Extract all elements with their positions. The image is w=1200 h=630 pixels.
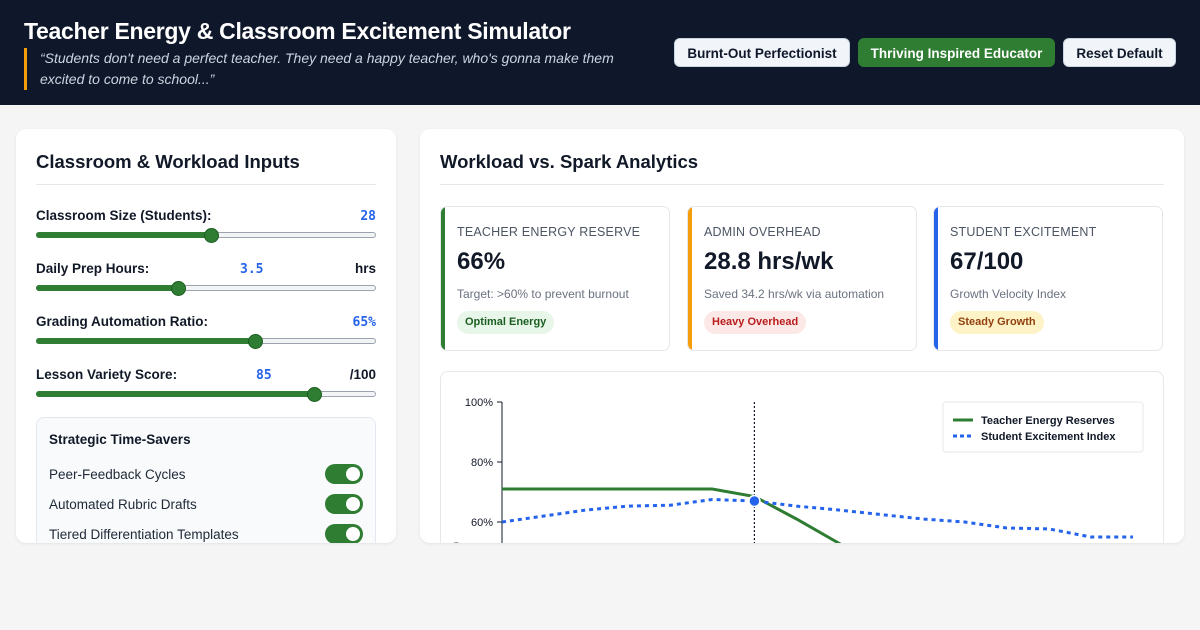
classroom-size-slider[interactable] <box>36 228 376 243</box>
divider <box>36 184 376 185</box>
status-badge: Heavy Overhead <box>704 311 807 334</box>
time-savers-panel: Strategic Time-Savers Peer-Feedback Cycl… <box>36 417 376 543</box>
y-tick-label: 80% <box>471 457 493 469</box>
kpi-subtext: Target: >60% to prevent burnout <box>457 287 629 301</box>
preset-burnt-out-button[interactable]: Burnt-Out Perfectionist <box>674 38 850 67</box>
rubric-drafts-toggle[interactable] <box>325 494 363 514</box>
line-chart-svg: 100% 80% 60% 0-100) Teacher Energy Reserves S… <box>450 397 1144 543</box>
lesson-variety-unit: /100 <box>349 367 376 382</box>
kpi-subtext: Growth Velocity Index <box>950 287 1067 301</box>
slider-thumb[interactable] <box>203 228 219 243</box>
app-header: Teacher Energy & Classroom Excitement Si… <box>0 0 1200 105</box>
status-badge: Steady Growth <box>950 311 1044 334</box>
kpi-accent-bar <box>688 207 692 350</box>
chart-legend <box>942 401 1144 453</box>
legend-label: Teacher Energy Reserves <box>981 415 1115 427</box>
kpi-label: Admin Overhead <box>704 225 821 239</box>
y-tick-label: 60% <box>471 517 493 529</box>
classroom-size-label: Classroom Size (Students): <box>36 208 212 223</box>
slider-thumb[interactable] <box>171 281 187 296</box>
slider-thumb[interactable] <box>247 334 263 349</box>
slider-fill <box>36 338 254 344</box>
y-axis-label: 0-100) <box>450 542 462 543</box>
analytics-card-title: Workload vs. Spark Analytics <box>440 151 699 172</box>
classroom-size-value: 28 <box>360 209 376 224</box>
legend-label: Student Excitement Index <box>981 431 1116 443</box>
tiered-templates-label: Tiered Differentiation Templates <box>49 527 239 542</box>
preset-reset-button[interactable]: Reset Default <box>1063 38 1176 67</box>
preset-thriving-button[interactable]: Thriving Inspired Educator <box>858 38 1055 67</box>
header-quote: “Students don't need a perfect teacher. … <box>24 48 624 90</box>
peer-feedback-toggle[interactable] <box>325 464 363 484</box>
grading-automation-slider[interactable] <box>36 334 376 349</box>
daily-prep-value: 3.5 <box>240 262 264 277</box>
lesson-variety-slider[interactable] <box>36 387 376 402</box>
lesson-variety-label: Lesson Variety Score: <box>36 367 178 382</box>
kpi-excitement-card: Student Excitement 67/100 Growth Velocit… <box>933 206 1163 351</box>
kpi-energy-card: Teacher Energy Reserve 66% Target: >60% … <box>440 206 670 351</box>
workload-chart: 100% 80% 60% 0-100) Teacher Energy Reserves S… <box>440 371 1164 543</box>
analytics-card: Workload vs. Spark Analytics Teacher Ene… <box>420 129 1184 543</box>
energy-series-line <box>502 487 842 543</box>
toggle-knob <box>346 467 360 481</box>
divider <box>440 184 1164 185</box>
kpi-subtext: Saved 34.2 hrs/wk via automation <box>704 287 885 301</box>
app-title: Teacher Energy & Classroom Excitement Si… <box>24 18 571 44</box>
lesson-variety-value: 85 <box>256 368 272 383</box>
slider-thumb[interactable] <box>306 387 322 402</box>
inputs-card-title: Classroom & Workload Inputs <box>36 151 300 172</box>
kpi-accent-bar <box>934 207 938 350</box>
toggle-knob <box>346 497 360 511</box>
tiered-templates-toggle[interactable] <box>325 524 363 543</box>
daily-prep-unit: hrs <box>354 261 376 276</box>
hover-point <box>748 494 761 508</box>
kpi-label: Teacher Energy Reserve <box>457 225 641 239</box>
daily-prep-label: Daily Prep Hours: <box>36 261 150 276</box>
status-badge: Optimal Energy <box>457 311 555 334</box>
grading-automation-value: 65% <box>352 315 376 330</box>
slider-fill <box>36 232 211 238</box>
time-savers-title: Strategic Time-Savers <box>49 432 191 447</box>
kpi-label: Student Excitement <box>950 225 1097 239</box>
rubric-drafts-label: Automated Rubric Drafts <box>49 497 197 512</box>
slider-fill <box>36 391 314 397</box>
toggle-knob <box>346 527 360 541</box>
kpi-value: 28.8 hrs/wk <box>704 248 834 275</box>
kpi-admin-card: Admin Overhead 28.8 hrs/wk Saved 34.2 hr… <box>687 206 917 351</box>
kpi-value: 67/100 <box>950 248 1024 275</box>
kpi-value: 66% <box>457 248 506 275</box>
grading-automation-label: Grading Automation Ratio: <box>36 314 208 329</box>
kpi-accent-bar <box>441 207 445 350</box>
y-tick-label: 100% <box>465 397 493 409</box>
slider-fill <box>36 285 178 291</box>
daily-prep-slider[interactable] <box>36 281 376 296</box>
peer-feedback-label: Peer-Feedback Cycles <box>49 467 186 482</box>
inputs-card: Classroom & Workload Inputs Classroom Si… <box>16 129 396 543</box>
